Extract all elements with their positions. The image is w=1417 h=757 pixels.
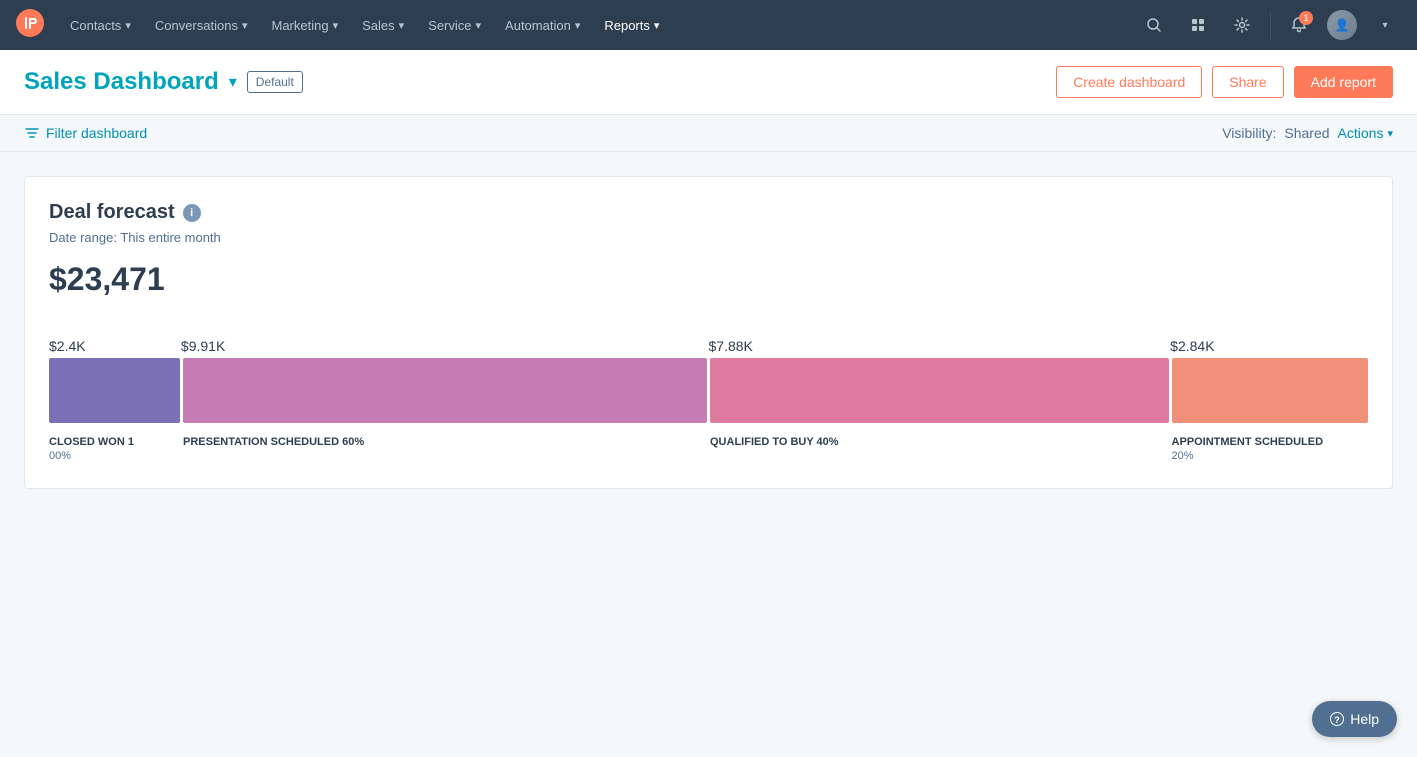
bar-values-row: $2.4K$9.91K$7.88K$2.84K bbox=[49, 338, 1368, 354]
help-icon: ? bbox=[1330, 712, 1344, 726]
bar-segment-0 bbox=[49, 358, 180, 423]
account-dropdown-icon[interactable]: ▾ bbox=[1369, 9, 1401, 41]
marketplace-icon[interactable] bbox=[1182, 9, 1214, 41]
nav-automation[interactable]: Automation ▾ bbox=[495, 12, 590, 39]
add-report-button[interactable]: Add report bbox=[1294, 66, 1393, 98]
nav-marketing[interactable]: Marketing ▾ bbox=[261, 12, 348, 39]
visibility-value: Shared bbox=[1284, 125, 1329, 141]
nav-reports[interactable]: Reports ▾ bbox=[594, 12, 669, 39]
bar-segment-3 bbox=[1172, 358, 1369, 423]
settings-icon[interactable] bbox=[1226, 9, 1258, 41]
bars-row bbox=[49, 358, 1368, 423]
nav-divider bbox=[1270, 11, 1271, 39]
bar-segment-1 bbox=[183, 358, 707, 423]
filter-bar: Filter dashboard Visibility: Shared Acti… bbox=[0, 115, 1417, 152]
dashboard-actions: Create dashboard Share Add report bbox=[1056, 66, 1393, 98]
visibility-label: Visibility: bbox=[1222, 125, 1276, 141]
card-title: Deal forecast bbox=[49, 201, 175, 224]
dashboard-header: Sales Dashboard ▾ Default Create dashboa… bbox=[0, 50, 1417, 115]
bar-chart-section: $2.4K$9.91K$7.88K$2.84K CLOSED WON 100%P… bbox=[49, 338, 1368, 464]
bar-label-0: CLOSED WON 100% bbox=[49, 435, 180, 464]
help-button[interactable]: ? Help bbox=[1312, 701, 1397, 737]
dashboard-title: Sales Dashboard bbox=[24, 68, 219, 96]
bar-value-0: $2.4K bbox=[49, 338, 181, 354]
info-icon[interactable]: i bbox=[183, 204, 201, 222]
notifications-icon[interactable]: 1 bbox=[1283, 9, 1315, 41]
chevron-down-icon: ▾ bbox=[125, 19, 131, 32]
bar-value-2: $7.88K bbox=[709, 338, 1171, 354]
hubspot-logo[interactable] bbox=[16, 9, 44, 42]
date-range: Date range: This entire month bbox=[49, 230, 1368, 245]
chevron-down-icon: ▾ bbox=[399, 19, 405, 32]
card-title-row: Deal forecast i bbox=[49, 201, 1368, 224]
chevron-down-icon: ▾ bbox=[575, 19, 581, 32]
bar-labels-row: CLOSED WON 100%PRESENTATION SCHEDULED 60… bbox=[49, 435, 1368, 464]
notification-count: 1 bbox=[1299, 11, 1313, 25]
filter-right: Visibility: Shared Actions ▾ bbox=[1222, 125, 1393, 141]
filter-icon bbox=[24, 125, 40, 141]
nav-contacts[interactable]: Contacts ▾ bbox=[60, 12, 141, 39]
bar-label-2: QUALIFIED TO BUY 40% bbox=[710, 435, 1169, 464]
actions-chevron-icon: ▾ bbox=[1387, 127, 1393, 140]
top-navigation: Contacts ▾ Conversations ▾ Marketing ▾ S… bbox=[0, 0, 1417, 50]
create-dashboard-button[interactable]: Create dashboard bbox=[1056, 66, 1202, 98]
nav-sales[interactable]: Sales ▾ bbox=[352, 12, 414, 39]
share-button[interactable]: Share bbox=[1212, 66, 1283, 98]
bar-segment-2 bbox=[710, 358, 1169, 423]
total-value: $23,471 bbox=[49, 261, 1368, 298]
search-icon[interactable] bbox=[1138, 9, 1170, 41]
nav-service[interactable]: Service ▾ bbox=[418, 12, 491, 39]
svg-text:?: ? bbox=[1334, 715, 1340, 725]
chevron-down-icon: ▾ bbox=[476, 19, 482, 32]
dashboard-title-area: Sales Dashboard ▾ Default bbox=[24, 68, 303, 96]
chevron-down-icon: ▾ bbox=[242, 19, 248, 32]
chevron-down-icon: ▾ bbox=[333, 19, 339, 32]
filter-dashboard-button[interactable]: Filter dashboard bbox=[24, 125, 147, 141]
nav-conversations[interactable]: Conversations ▾ bbox=[145, 12, 258, 39]
deal-forecast-card: Deal forecast i Date range: This entire … bbox=[24, 176, 1393, 489]
dashboard-dropdown-icon[interactable]: ▾ bbox=[229, 72, 237, 92]
bar-label-1: PRESENTATION SCHEDULED 60% bbox=[183, 435, 707, 464]
actions-button[interactable]: Actions ▾ bbox=[1338, 125, 1393, 141]
default-badge: Default bbox=[247, 71, 303, 93]
bar-label-3: APPOINTMENT SCHEDULED20% bbox=[1172, 435, 1369, 464]
nav-right-icons: 1 👤 ▾ bbox=[1138, 9, 1401, 41]
avatar[interactable]: 👤 bbox=[1327, 10, 1357, 40]
bar-value-3: $2.84K bbox=[1170, 338, 1368, 354]
bar-value-1: $9.91K bbox=[181, 338, 709, 354]
chevron-down-icon: ▾ bbox=[654, 19, 660, 32]
main-content: Deal forecast i Date range: This entire … bbox=[0, 152, 1417, 513]
